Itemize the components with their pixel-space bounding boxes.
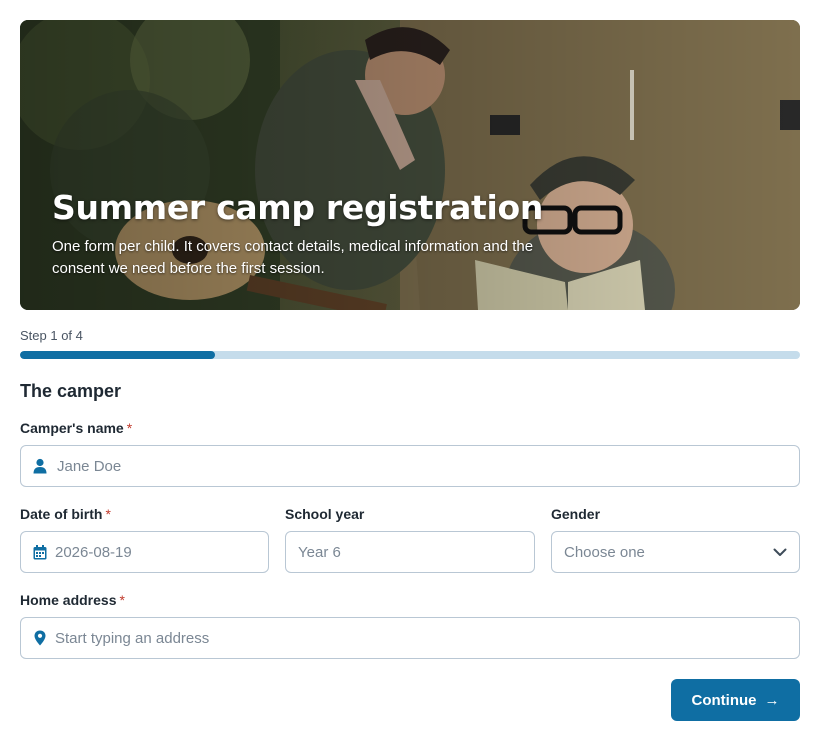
page-subtitle: One form per child. It covers contact de… — [52, 238, 534, 277]
dob-label-text: Date of birth — [20, 506, 103, 522]
address-label: Home address * — [20, 592, 125, 608]
step-indicator: Step 1 of 4 — [20, 328, 83, 343]
name-label-text: Camper's name — [20, 420, 124, 436]
required-marker: * — [126, 420, 133, 436]
name-label: Camper's name * — [20, 420, 132, 436]
address-input[interactable] — [47, 619, 799, 657]
dob-field[interactable] — [20, 531, 269, 573]
dob-input[interactable] — [47, 533, 268, 571]
hero-banner: Summer camp registration One form per ch… — [20, 20, 800, 310]
section-title: The camper — [20, 381, 122, 401]
address-field[interactable] — [20, 617, 800, 659]
dob-label: Date of birth * — [20, 506, 111, 522]
progress-bar-fill — [20, 351, 215, 359]
calendar-icon — [33, 544, 47, 560]
continue-button-label: Continue — [691, 691, 757, 709]
arrow-right-icon: → — [764, 691, 780, 709]
school-year-field[interactable] — [285, 531, 535, 573]
map-pin-icon — [33, 630, 47, 646]
name-field[interactable] — [20, 445, 800, 487]
page-title: Summer camp registration — [52, 188, 544, 227]
name-input[interactable] — [47, 447, 799, 485]
gender-select-value: Choose one — [564, 543, 645, 561]
gender-select[interactable]: Choose one — [551, 531, 800, 573]
continue-button[interactable]: Continue → — [671, 679, 800, 721]
required-marker: * — [105, 506, 111, 522]
person-icon — [33, 458, 47, 474]
gender-label: Gender — [551, 506, 601, 522]
school-year-input[interactable] — [286, 533, 534, 571]
chevron-down-icon — [773, 548, 787, 556]
required-marker: * — [119, 592, 125, 608]
address-label-text: Home address — [20, 592, 117, 608]
school-year-label: School year — [285, 506, 365, 522]
progress-bar — [20, 351, 800, 359]
